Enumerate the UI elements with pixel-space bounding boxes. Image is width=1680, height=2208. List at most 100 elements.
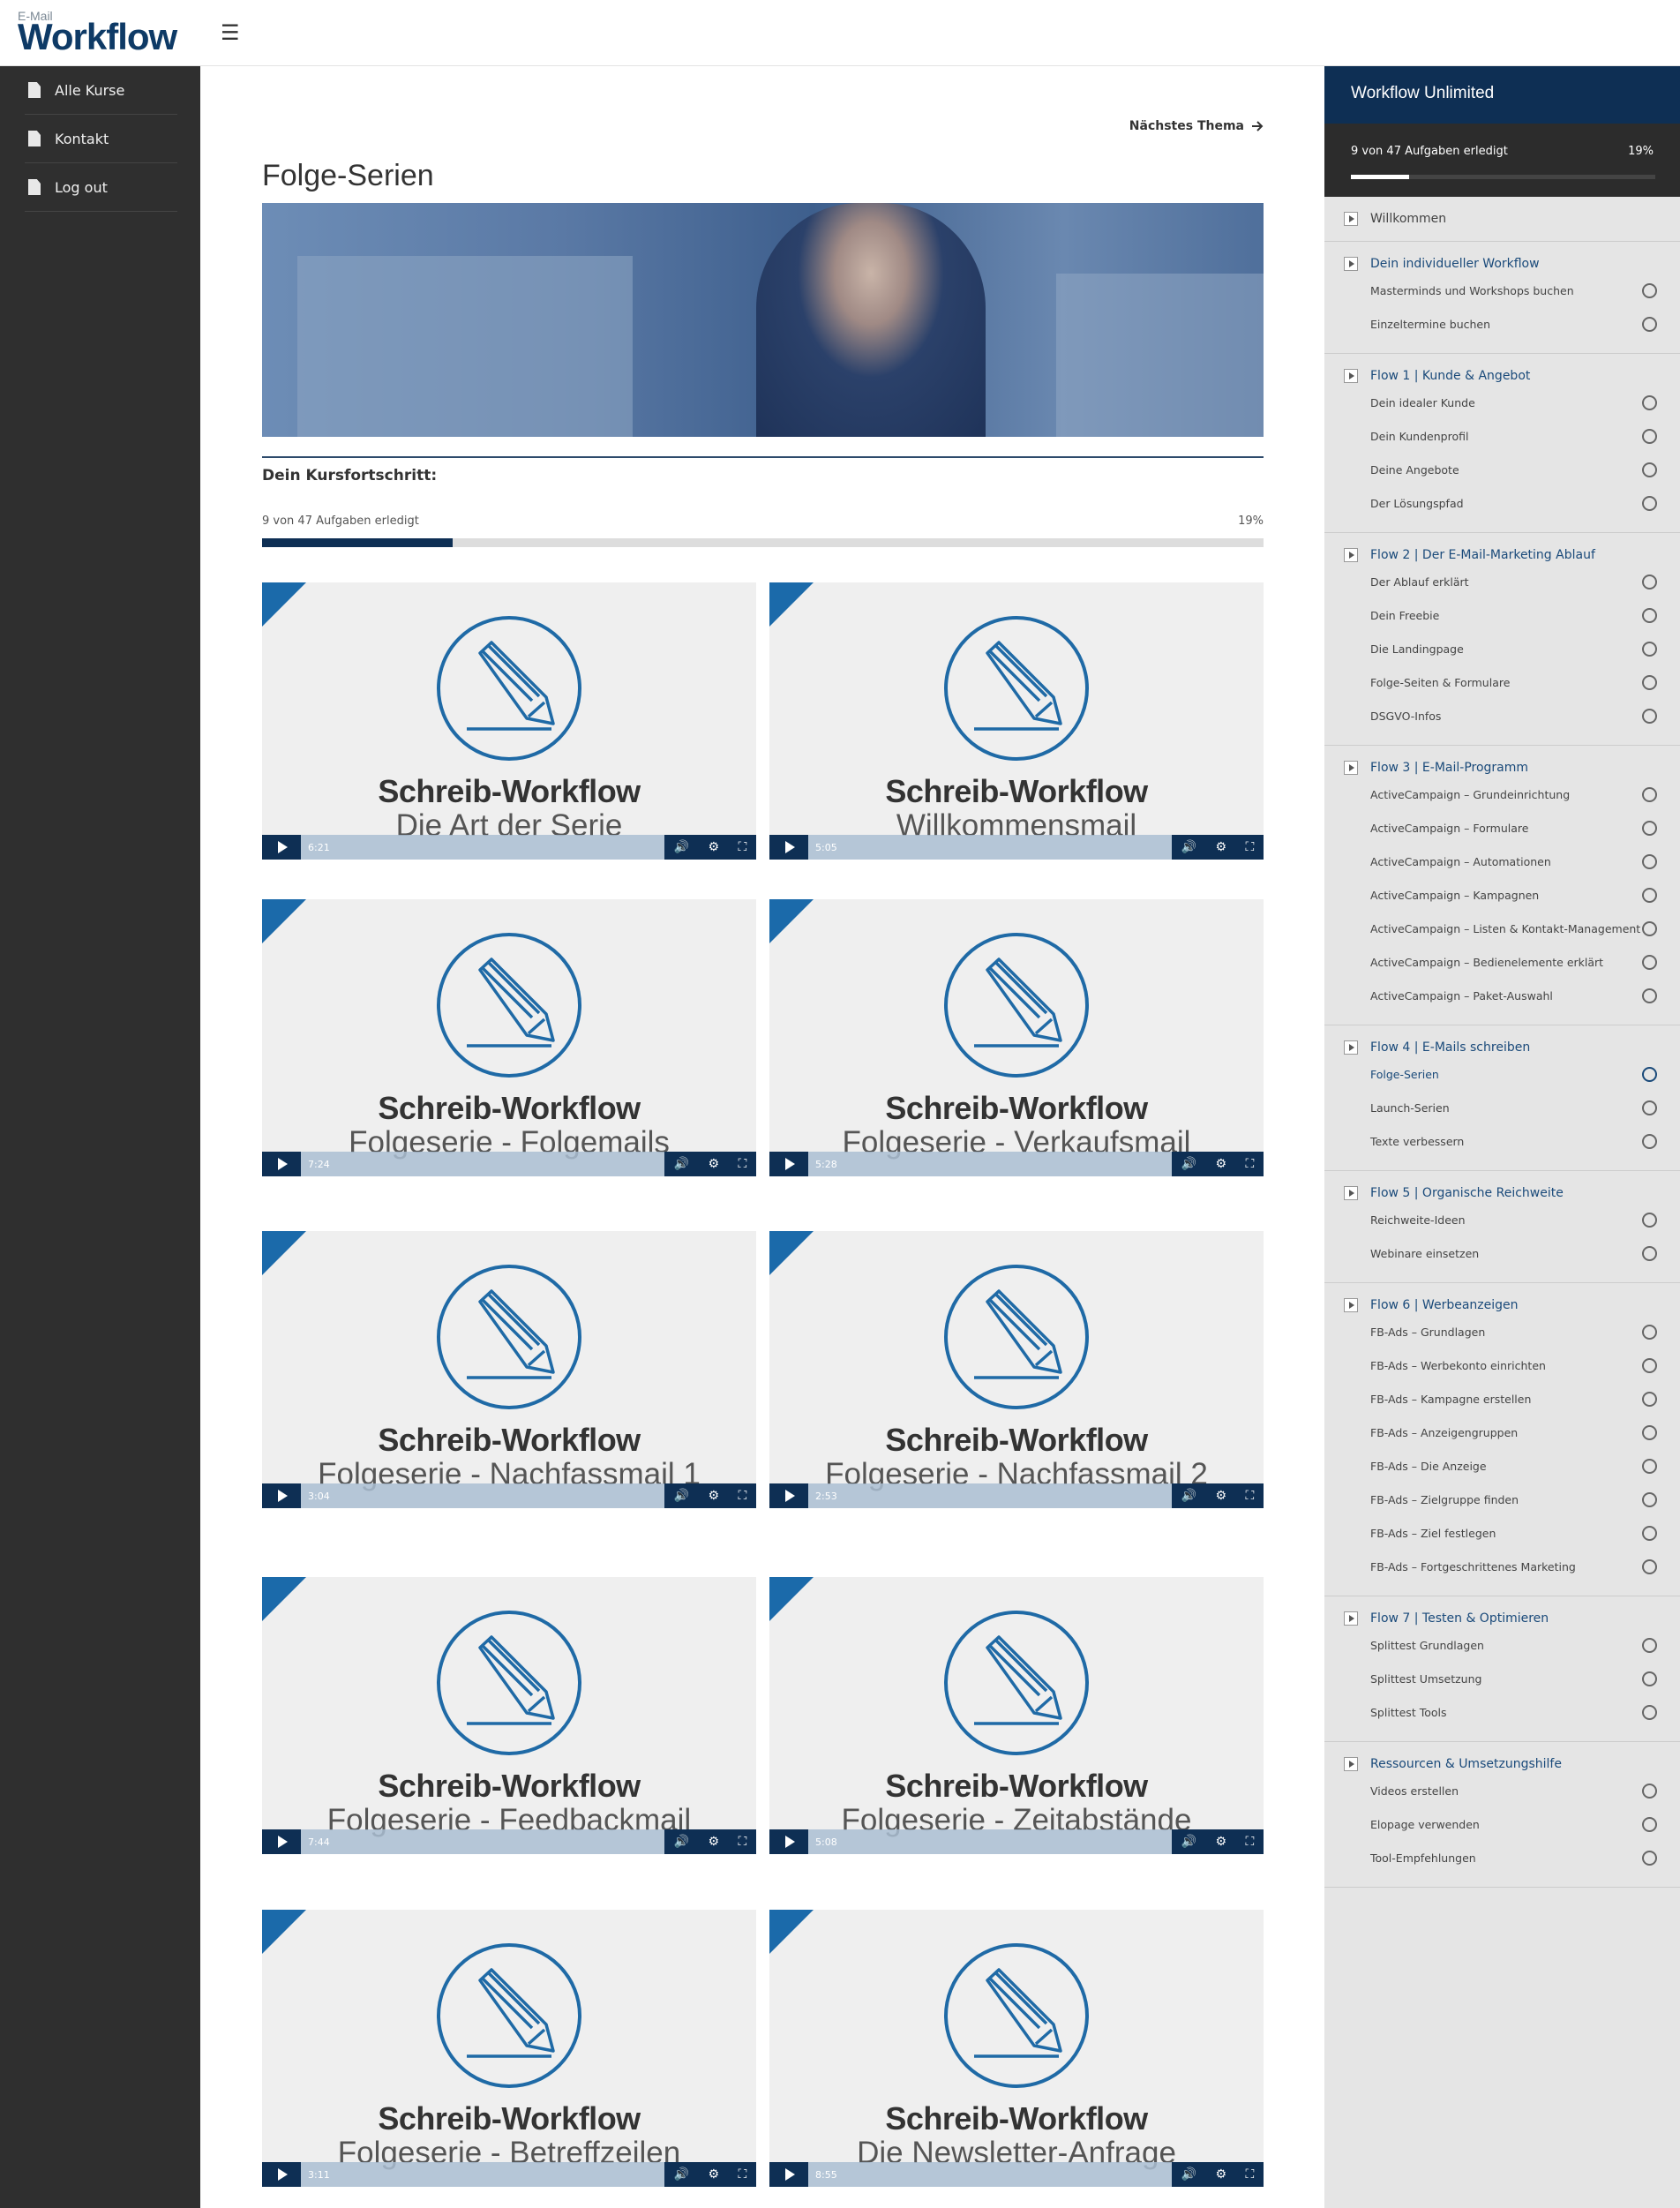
lesson-item[interactable]: ActiveCampaign – Bedienelemente erklärt [1370,945,1680,979]
lesson-item[interactable]: FB-Ads – Fortgeschrittenes Marketing [1370,1550,1680,1583]
section-title[interactable]: Flow 7 | Testen & Optimieren [1344,1609,1680,1628]
play-button[interactable] [769,2162,808,2187]
section-title[interactable]: Ressourcen & Umsetzungshilfe [1344,1754,1680,1774]
volume-icon[interactable]: 🔊 [674,1835,689,1849]
video-player[interactable]: Schreib-Workflow Die Newsletter-Anfrage 8:… [769,1910,1264,2187]
expand-icon[interactable] [1344,548,1358,562]
nav-item-alle-kurse[interactable]: Alle Kurse [25,66,177,115]
fullscreen-icon[interactable]: ⛶ [738,1157,746,1171]
section-title[interactable]: Willkommen [1344,209,1680,229]
lesson-item[interactable]: Webinare einsetzen [1370,1236,1680,1270]
checkbox-circle-icon[interactable] [1642,608,1657,623]
checkbox-circle-icon[interactable] [1642,1492,1657,1507]
settings-icon[interactable]: ⚙ [709,1835,720,1849]
volume-icon[interactable]: 🔊 [1181,1489,1196,1503]
section-title[interactable]: Flow 3 | E-Mail-Programm [1344,758,1680,777]
video-player[interactable]: Schreib-Workflow Folgeserie - Zeitabständ… [769,1577,1264,1854]
play-button[interactable] [769,1483,808,1508]
checkbox-circle-icon[interactable] [1642,821,1657,836]
checkbox-circle-icon[interactable] [1642,675,1657,690]
video-player[interactable]: Schreib-Workflow Willkommensmail 5:05 🔊 ⚙ ⛶ [769,582,1264,860]
checkbox-circle-icon[interactable] [1642,1817,1657,1832]
lesson-item[interactable]: Splittest Umsetzung [1370,1662,1680,1695]
expand-icon[interactable] [1344,1611,1358,1626]
lesson-item[interactable]: FB-Ads – Zielgruppe finden [1370,1483,1680,1516]
lesson-item[interactable]: Einzeltermine buchen [1370,307,1680,341]
checkbox-circle-icon[interactable] [1642,709,1657,724]
checkbox-circle-icon[interactable] [1642,283,1657,298]
checkbox-circle-icon[interactable] [1642,787,1657,802]
lesson-item[interactable]: FB-Ads – Anzeigengruppen [1370,1416,1680,1449]
checkbox-circle-icon[interactable] [1642,1784,1657,1799]
fullscreen-icon[interactable]: ⛶ [738,2167,746,2182]
video-player[interactable]: Schreib-Workflow Folgeserie - Feedbackmai… [262,1577,756,1854]
checkbox-circle-icon[interactable] [1642,395,1657,410]
fullscreen-icon[interactable]: ⛶ [738,840,746,854]
lesson-item[interactable]: FB-Ads – Werbekonto einrichten [1370,1348,1680,1382]
volume-icon[interactable]: 🔊 [674,2167,689,2182]
lesson-item[interactable]: ActiveCampaign – Listen & Kontakt-Manage… [1370,912,1680,945]
lesson-item[interactable]: FB-Ads – Ziel festlegen [1370,1516,1680,1550]
lesson-item[interactable]: FB-Ads – Kampagne erstellen [1370,1382,1680,1416]
checkbox-circle-icon[interactable] [1642,429,1657,444]
video-player[interactable]: Schreib-Workflow Folgeserie - Verkaufsmai… [769,899,1264,1176]
volume-icon[interactable]: 🔊 [1181,840,1196,854]
expand-icon[interactable] [1344,257,1358,271]
expand-icon[interactable] [1344,1757,1358,1771]
play-button[interactable] [262,2162,301,2187]
lesson-item[interactable]: Texte verbessern [1370,1124,1680,1158]
expand-icon[interactable] [1344,369,1358,383]
settings-icon[interactable]: ⚙ [709,2167,720,2182]
settings-icon[interactable]: ⚙ [1216,1489,1227,1503]
logo[interactable]: E-Mail Workflow [18,9,185,58]
play-button[interactable] [769,835,808,860]
lesson-item[interactable]: Folge-Serien [1370,1057,1680,1091]
settings-icon[interactable]: ⚙ [709,1157,720,1171]
nav-item-kontakt[interactable]: Kontakt [25,115,177,163]
section-title[interactable]: Flow 6 | Werbeanzeigen [1344,1296,1680,1315]
lesson-item[interactable]: Tool-Empfehlungen [1370,1841,1680,1874]
lesson-item[interactable]: Launch-Serien [1370,1091,1680,1124]
checkbox-circle-icon[interactable] [1642,1067,1657,1082]
section-title[interactable]: Dein individueller Workflow [1344,254,1680,274]
checkbox-circle-icon[interactable] [1642,642,1657,657]
checkbox-circle-icon[interactable] [1642,1358,1657,1373]
video-player[interactable]: Schreib-Workflow Folgeserie - Nachfassmai… [262,1231,756,1508]
expand-icon[interactable] [1344,1186,1358,1200]
checkbox-circle-icon[interactable] [1642,1134,1657,1149]
nav-item-log-out[interactable]: Log out [25,163,177,212]
checkbox-circle-icon[interactable] [1642,854,1657,869]
checkbox-circle-icon[interactable] [1642,1559,1657,1574]
settings-icon[interactable]: ⚙ [709,1489,720,1503]
lesson-item[interactable]: Masterminds und Workshops buchen [1370,274,1680,307]
checkbox-circle-icon[interactable] [1642,988,1657,1003]
lesson-item[interactable]: Videos erstellen [1370,1774,1680,1807]
checkbox-circle-icon[interactable] [1642,1392,1657,1407]
fullscreen-icon[interactable]: ⛶ [1245,1835,1254,1849]
checkbox-circle-icon[interactable] [1642,921,1657,936]
menu-icon[interactable]: ☰ [221,20,240,45]
settings-icon[interactable]: ⚙ [1216,2167,1227,2182]
volume-icon[interactable]: 🔊 [1181,1835,1196,1849]
lesson-item[interactable]: Der Lösungspfad [1370,486,1680,520]
lesson-item[interactable]: Dein Kundenprofil [1370,419,1680,453]
checkbox-circle-icon[interactable] [1642,1425,1657,1440]
checkbox-circle-icon[interactable] [1642,1325,1657,1340]
next-topic-link[interactable]: Nächstes Thema [1129,119,1264,133]
checkbox-circle-icon[interactable] [1642,1526,1657,1541]
section-title[interactable]: Flow 2 | Der E-Mail-Marketing Ablauf [1344,545,1680,565]
video-player[interactable]: Schreib-Workflow Folgeserie - Betreffzeil… [262,1910,756,2187]
checkbox-circle-icon[interactable] [1642,317,1657,332]
play-button[interactable] [262,1829,301,1854]
checkbox-circle-icon[interactable] [1642,1459,1657,1474]
checkbox-circle-icon[interactable] [1642,462,1657,477]
checkbox-circle-icon[interactable] [1642,575,1657,590]
lesson-item[interactable]: Elopage verwenden [1370,1807,1680,1841]
play-button[interactable] [262,1483,301,1508]
lesson-item[interactable]: Splittest Tools [1370,1695,1680,1729]
fullscreen-icon[interactable]: ⛶ [1245,1157,1254,1171]
video-player[interactable]: Schreib-Workflow Die Art der Serie 6:21 🔊 ⚙ ⛶ [262,582,756,860]
play-button[interactable] [262,1152,301,1176]
checkbox-circle-icon[interactable] [1642,955,1657,970]
volume-icon[interactable]: 🔊 [1181,2167,1196,2182]
